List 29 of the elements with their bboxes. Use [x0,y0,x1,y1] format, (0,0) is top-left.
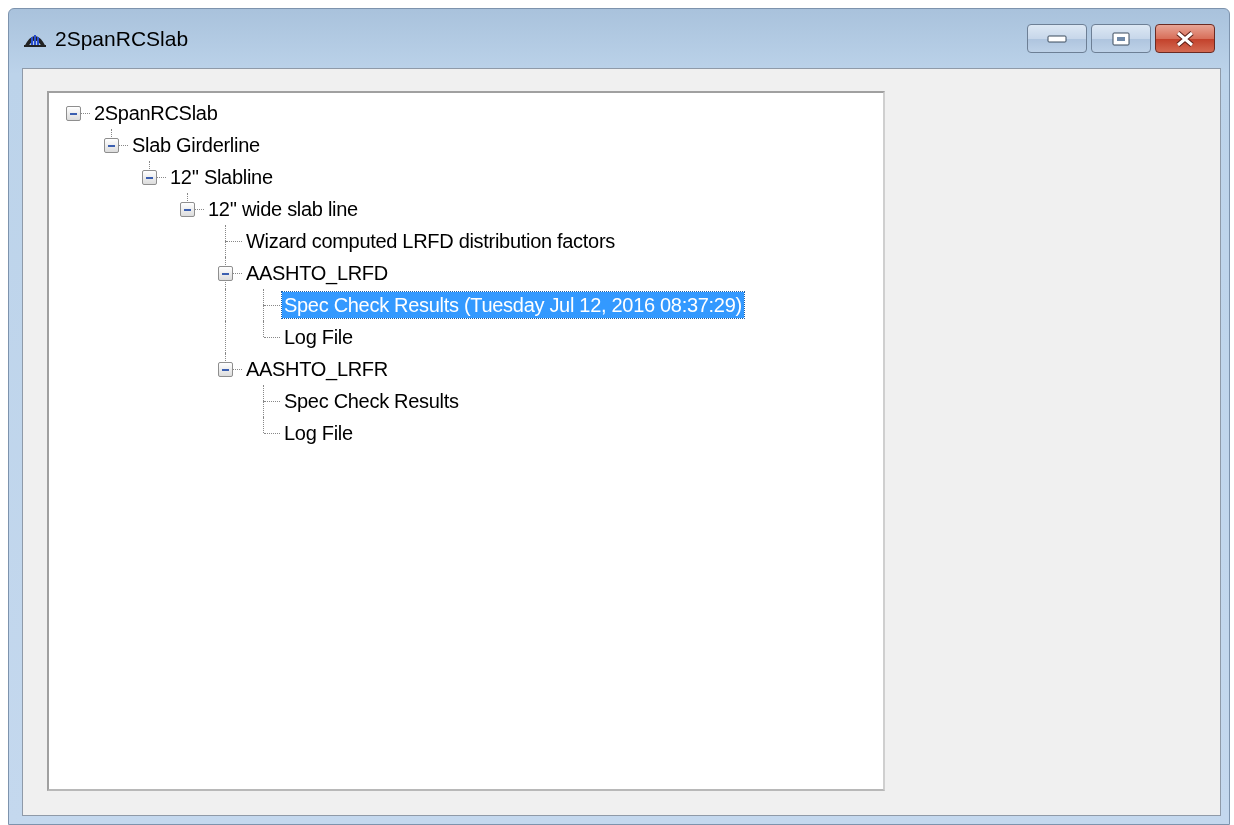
tree-item[interactable]: Spec Check Results [282,388,461,414]
tree-item[interactable]: AASHTO_LRFR [244,356,390,382]
close-button[interactable] [1155,24,1215,53]
collapse-toggle[interactable] [218,362,233,377]
tree-item[interactable]: Log File [282,324,355,350]
minus-icon [108,145,115,147]
tree-item[interactable]: AASHTO_LRFD [244,260,390,286]
tree-item[interactable]: Slab Girderline [130,132,262,158]
tree-item[interactable]: Log File [282,420,355,446]
collapse-toggle[interactable] [142,170,157,185]
minimize-icon [1047,34,1067,43]
maximize-button[interactable] [1091,24,1151,53]
collapse-toggle[interactable] [104,138,119,153]
tree-item[interactable]: 12'' wide slab line [206,196,360,222]
collapse-toggle[interactable] [66,106,81,121]
window-title: 2SpanRCSlab [55,25,189,52]
tree-item[interactable]: 12'' Slabline [168,164,275,190]
collapse-toggle[interactable] [180,202,195,217]
minimize-button[interactable] [1027,24,1087,53]
tree-item[interactable]: 2SpanRCSlab [92,100,220,126]
collapse-toggle[interactable] [218,266,233,281]
maximize-icon [1112,31,1130,46]
minus-icon [146,177,153,179]
close-icon [1174,30,1196,47]
minus-icon [222,369,229,371]
minus-icon [222,273,229,275]
minus-icon [184,209,191,211]
tree-item[interactable]: Wizard computed LRFD distribution factors [244,228,617,254]
minus-icon [70,113,77,115]
